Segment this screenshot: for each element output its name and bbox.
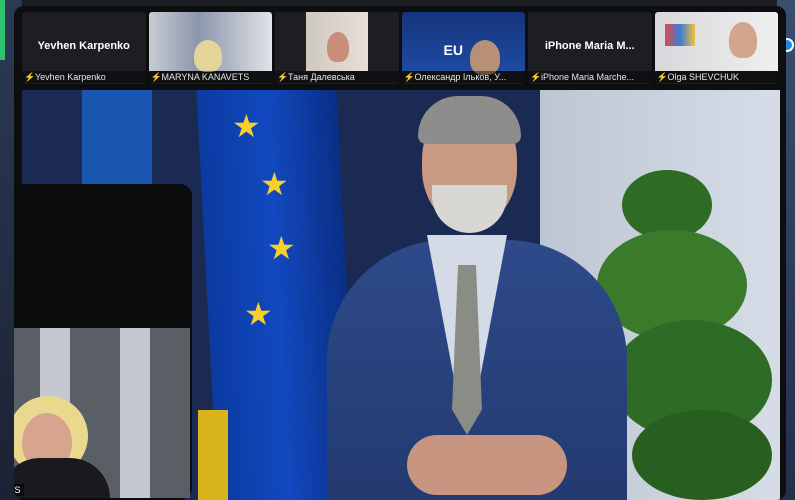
participant-label-text: Olga SHEVCHUK	[667, 72, 740, 82]
participant-video	[275, 12, 399, 71]
microphone-muted-icon: ⚡	[530, 72, 542, 82]
participant-label-text: MARYNA KANAVETS	[161, 72, 250, 82]
participant-video: EU	[401, 12, 525, 75]
microphone-muted-icon: ⚡	[656, 72, 668, 82]
ukraine-flag-yellow	[198, 410, 228, 500]
speaker-hands	[407, 435, 567, 495]
participant-label-text: Таня Далевська	[288, 72, 355, 82]
desktop-indicator	[0, 0, 5, 60]
participant-label: ⚡MARYNA KANAVETS	[148, 71, 272, 83]
plant-leaves	[632, 410, 772, 500]
participant-tile[interactable]: Yevhen Karpenko ⚡Yevhen Karpenko	[22, 12, 146, 84]
participant-label: ⚡Олександр Ільков, У...	[401, 71, 525, 83]
floating-participant-label: ETS	[14, 484, 24, 496]
participant-face	[327, 32, 349, 62]
eu-star-icon: ★	[232, 108, 261, 144]
participant-tile[interactable]: ⚡MARYNA KANAVETS	[148, 12, 272, 84]
participant-name-large: iPhone Maria M...	[544, 40, 635, 52]
participant-body	[14, 458, 110, 498]
curtain	[120, 328, 150, 498]
participant-label: ⚡Yevhen Karpenko	[22, 71, 146, 83]
eu-star-icon: ★	[244, 296, 273, 332]
wall-painting	[664, 24, 695, 46]
speaker-hair	[418, 96, 521, 144]
participant-label-text: Yevhen Karpenko	[35, 72, 106, 82]
participant-label: ⚡Olga SHEVCHUK	[654, 71, 778, 83]
participant-label-text: iPhone Maria Marche...	[541, 72, 635, 82]
microphone-muted-icon: ⚡	[403, 72, 415, 82]
participant-label: ⚡Таня Далевська	[275, 71, 399, 83]
eu-star-icon: ★	[260, 166, 289, 202]
participant-label-text: Олександр Ільков, У...	[414, 72, 507, 82]
participant-face	[469, 40, 500, 75]
participant-tile[interactable]: ⚡Таня Далевська	[275, 12, 399, 84]
participant-video	[148, 12, 272, 72]
video-meeting-window: Yevhen Karpenko ⚡Yevhen Karpenko ⚡MARYNA…	[14, 6, 786, 500]
floating-participant-video: ETS	[14, 328, 190, 498]
participant-strip: Yevhen Karpenko ⚡Yevhen Karpenko ⚡MARYNA…	[14, 6, 786, 88]
participant-face	[728, 22, 757, 58]
microphone-muted-icon: ⚡	[24, 72, 36, 82]
microphone-muted-icon: ⚡	[150, 72, 162, 82]
speaker-beard	[432, 185, 507, 233]
participant-label: ⚡iPhone Maria Marche...	[528, 71, 652, 83]
participant-tile[interactable]: iPhone Maria M... ⚡iPhone Maria Marche..…	[528, 12, 652, 84]
participant-tile[interactable]: ⚡Olga SHEVCHUK	[654, 12, 778, 84]
eu-logo-icon: EU	[443, 42, 463, 58]
participant-face	[193, 40, 222, 72]
participant-tile[interactable]: EU ⚡Олександр Ільков, У...	[401, 12, 525, 84]
participant-video	[654, 12, 778, 71]
microphone-muted-icon: ⚡	[277, 72, 289, 82]
eu-star-icon: ★	[267, 230, 296, 266]
participant-name-large: Yevhen Karpenko	[37, 40, 130, 52]
floating-video-panel[interactable]: ETS	[14, 184, 192, 500]
